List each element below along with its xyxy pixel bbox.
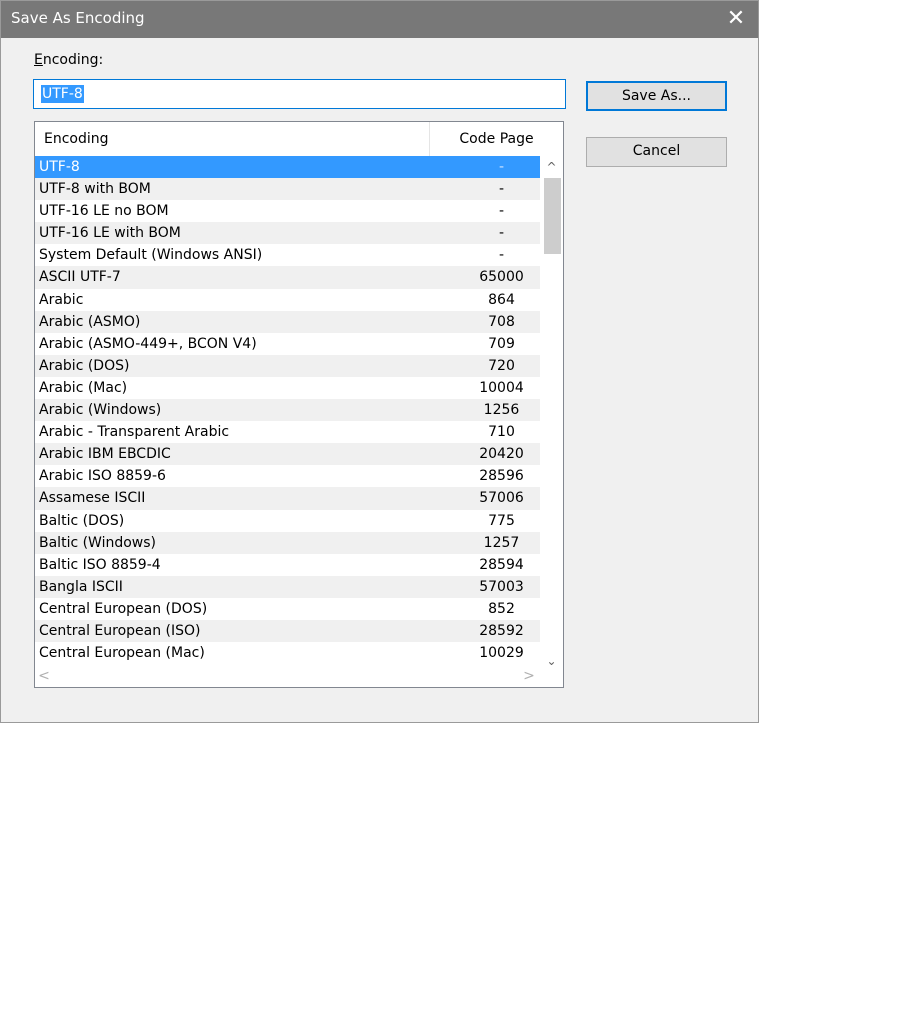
encoding-label: Encoding: [34,52,103,68]
encoding-name: UTF-16 LE with BOM [39,225,181,242]
encoding-name: Assamese ISCII [39,490,146,507]
save-as-encoding-dialog: Save As Encoding ✕ Encoding: UTF-8 Save … [0,0,759,723]
encoding-label-text: ncoding: [42,52,104,68]
list-item[interactable]: Assamese ISCII 57006 [35,487,540,510]
scroll-left-icon[interactable]: < [35,668,53,684]
encoding-list[interactable]: Encoding Code Page UTF-8- UTF-8 with BOM -… [34,121,564,688]
column-header-code-page[interactable]: Code Page [430,131,563,147]
encoding-name: Arabic [39,291,84,308]
encoding-name: Arabic (ASMO) [39,313,141,330]
list-item[interactable]: Arabic (ASMO) 708 [35,310,540,333]
list-item[interactable]: Baltic (DOS) 775 [35,510,540,532]
list-item[interactable]: UTF-16 LE no BOM - [35,200,540,222]
encoding-name: Baltic ISO 8859-4 [39,556,161,573]
encoding-name: Arabic (DOS) [39,357,130,374]
list-item[interactable]: Arabic (DOS) 720 [35,354,540,377]
encoding-label-accesskey: E [34,52,43,68]
save-as-button[interactable]: Save As... [586,81,727,111]
list-item[interactable]: Arabic (ASMO-449+, BCON V4) 709 [35,333,540,355]
list-item[interactable]: Central European (ISO) 28592 [35,619,540,643]
encoding-name: Arabic (Windows) [39,402,162,419]
close-icon[interactable]: ✕ [714,1,758,38]
list-item[interactable]: Arabic - Transparent Arabic 710 [35,421,540,443]
encoding-input-value: UTF-8 [41,85,84,103]
list-item[interactable]: Arabic ISO 8859-6 28596 [35,465,540,487]
list-item[interactable]: Arabic 864 [35,289,540,311]
scroll-right-icon[interactable]: > [520,668,538,684]
list-item[interactable]: System Default (Windows ANSI) - [35,244,540,266]
encoding-name: Baltic (Windows) [39,534,157,551]
encoding-name: Arabic ISO 8859-6 [39,468,166,485]
list-rows: UTF-8- UTF-8 with BOM - UTF-16 LE no BOM - UT… [35,156,540,664]
encoding-name: UTF-8 [39,159,80,175]
encoding-name: Bangla ISCII [39,578,123,595]
encoding-name: UTF-8 with BOM [39,181,151,198]
list-item[interactable]: UTF-8- [35,156,540,179]
vertical-scrollbar[interactable]: ^ ⌄ [540,156,563,670]
encoding-name: UTF-16 LE no BOM [39,203,169,220]
encoding-input[interactable]: UTF-8 [33,79,566,109]
list-item[interactable]: Central European (Mac) 10029 [35,642,540,664]
scrollbar-thumb[interactable] [544,178,561,254]
encoding-name: ASCII UTF-7 [39,269,121,286]
list-item[interactable]: Central European (DOS) 852 [35,598,540,620]
encoding-name: Central European (DOS) [39,600,208,617]
horizontal-scrollbar[interactable]: < > [35,668,540,687]
list-item[interactable]: Arabic (Windows) 1256 [35,399,540,422]
encoding-name: Arabic (ASMO-449+, BCON V4) [39,335,257,352]
encoding-name: Arabic - Transparent Arabic [39,424,230,441]
cancel-button[interactable]: Cancel [586,137,727,167]
encoding-name: Central European (Mac) [39,645,205,662]
list-item[interactable]: UTF-16 LE with BOM - [35,222,540,245]
column-header-encoding[interactable]: Encoding [44,131,109,147]
list-item[interactable]: UTF-8 with BOM - [35,178,540,201]
title-bar[interactable]: Save As Encoding ✕ [1,1,758,38]
list-header: Encoding Code Page [35,122,563,157]
list-item[interactable]: Baltic ISO 8859-4 28594 [35,554,540,576]
list-item[interactable]: ASCII UTF-7 65000 [35,266,540,289]
encoding-name: Arabic IBM EBCDIC [39,446,171,463]
dialog-title: Save As Encoding [11,9,145,27]
encoding-name: Baltic (DOS) [39,512,125,529]
encoding-name: Arabic (Mac) [39,379,128,396]
encoding-name: Central European (ISO) [39,622,201,639]
scroll-down-icon[interactable]: ⌄ [540,654,563,668]
list-item[interactable]: Baltic (Windows) 1257 [35,531,540,554]
list-item[interactable]: Arabic (Mac) 10004 [35,377,540,399]
list-item[interactable]: Arabic IBM EBCDIC 20420 [35,443,540,466]
list-item[interactable]: Bangla ISCII 57003 [35,575,540,598]
scroll-up-icon[interactable]: ^ [540,160,563,174]
encoding-name: System Default (Windows ANSI) [39,247,263,264]
